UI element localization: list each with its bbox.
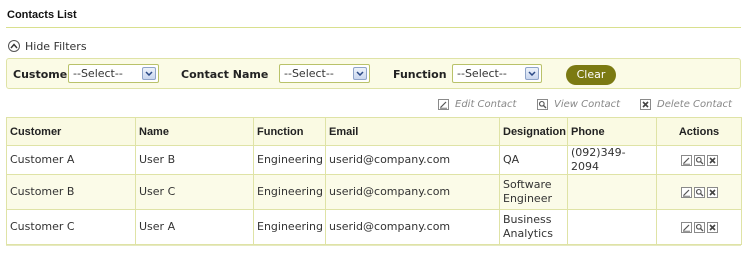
legend-edit: Edit Contact: [438, 97, 516, 111]
legend-edit-label: Edit Contact: [455, 98, 517, 110]
customer-filter-select[interactable]: --Select--: [68, 64, 159, 83]
magnifier-icon: [537, 98, 548, 110]
customer-filter-value: --Select--: [73, 67, 123, 80]
table-row: Customer B User C Engineering userid@com…: [6, 174, 742, 210]
close-icon: [708, 223, 716, 231]
magnifier-icon: [695, 188, 703, 196]
title-divider: [6, 27, 741, 28]
cell-designation: Software Engineer: [499, 174, 568, 210]
filter-panel: Customer --Select-- Contact Name --Selec…: [6, 58, 741, 89]
chevron-down-icon: [525, 67, 539, 80]
cell-customer: Customer C: [6, 209, 136, 245]
cell-actions: [656, 209, 742, 245]
cell-phone: (092)349-2094: [567, 145, 657, 175]
legend-delete-label: Delete Contact: [657, 98, 732, 110]
edit-contact-button[interactable]: [680, 221, 692, 233]
pencil-icon: [682, 157, 690, 165]
chevron-down-icon: [353, 67, 367, 80]
magnifier-icon: [695, 156, 703, 164]
cell-function: Engineering: [253, 209, 326, 245]
cell-actions: [656, 145, 742, 175]
cell-name: User B: [135, 145, 254, 175]
chevron-up-circle-icon: [8, 40, 20, 52]
customer-filter-label: Customer: [13, 68, 73, 81]
cell-designation: Business Analytics: [499, 209, 568, 245]
column-header-designation[interactable]: Designation: [499, 117, 568, 146]
pencil-icon: [682, 189, 690, 197]
column-header-function[interactable]: Function: [253, 117, 326, 146]
close-icon: [708, 188, 716, 196]
close-icon: [708, 156, 716, 164]
column-header-customer[interactable]: Customer: [6, 117, 136, 146]
function-filter-label: Function: [393, 68, 447, 81]
legend-view: View Contact: [537, 97, 620, 111]
cell-name: User C: [135, 174, 254, 210]
pencil-icon: [682, 224, 690, 232]
edit-contact-button[interactable]: [680, 154, 692, 166]
cell-actions: [656, 174, 742, 210]
delete-contact-button[interactable]: [706, 221, 718, 233]
hide-filters-label: Hide Filters: [25, 39, 87, 53]
pencil-icon: [438, 98, 449, 110]
cell-customer: Customer A: [6, 145, 136, 175]
table-header-row: Customer Name Function Email Designation…: [6, 117, 742, 146]
edit-contact-button[interactable]: [680, 186, 692, 198]
view-contact-button[interactable]: [693, 221, 705, 233]
function-filter-select[interactable]: --Select--: [452, 64, 542, 83]
cell-designation: QA: [499, 145, 568, 175]
delete-contact-button[interactable]: [706, 186, 718, 198]
column-header-name[interactable]: Name: [135, 117, 254, 146]
legend-view-label: View Contact: [554, 98, 621, 110]
cell-email: userid@company.com: [325, 145, 500, 175]
cell-email: userid@company.com: [325, 209, 500, 245]
table-row: Customer C User A Engineering userid@com…: [6, 209, 742, 245]
column-header-email[interactable]: Email: [325, 117, 500, 146]
function-filter-value: --Select--: [457, 67, 507, 80]
cell-function: Engineering: [253, 174, 326, 210]
cell-phone: [567, 174, 657, 210]
clear-button[interactable]: Clear: [566, 65, 616, 85]
close-icon: [640, 98, 651, 110]
cell-name: User A: [135, 209, 254, 245]
table-row: Customer A User B Engineering userid@com…: [6, 145, 742, 175]
column-header-phone[interactable]: Phone: [567, 117, 657, 146]
legend-delete: Delete Contact: [640, 97, 732, 111]
magnifier-icon: [695, 223, 703, 231]
view-contact-button[interactable]: [693, 154, 705, 166]
cell-phone: [567, 209, 657, 245]
view-contact-button[interactable]: [693, 186, 705, 198]
cell-customer: Customer B: [6, 174, 136, 210]
contact-name-filter-label: Contact Name: [181, 68, 269, 81]
cell-email: userid@company.com: [325, 174, 500, 210]
hide-filters-toggle[interactable]: Hide Filters: [8, 38, 87, 54]
delete-contact-button[interactable]: [706, 154, 718, 166]
column-header-actions: Actions: [656, 117, 742, 146]
contact-name-filter-select[interactable]: --Select--: [279, 64, 370, 83]
cell-function: Engineering: [253, 145, 326, 175]
chevron-down-icon: [142, 67, 156, 80]
bottom-divider: [6, 245, 741, 246]
page-title: Contacts List: [7, 9, 77, 21]
contact-name-filter-value: --Select--: [284, 67, 334, 80]
contacts-table: Customer Name Function Email Designation…: [6, 117, 742, 245]
